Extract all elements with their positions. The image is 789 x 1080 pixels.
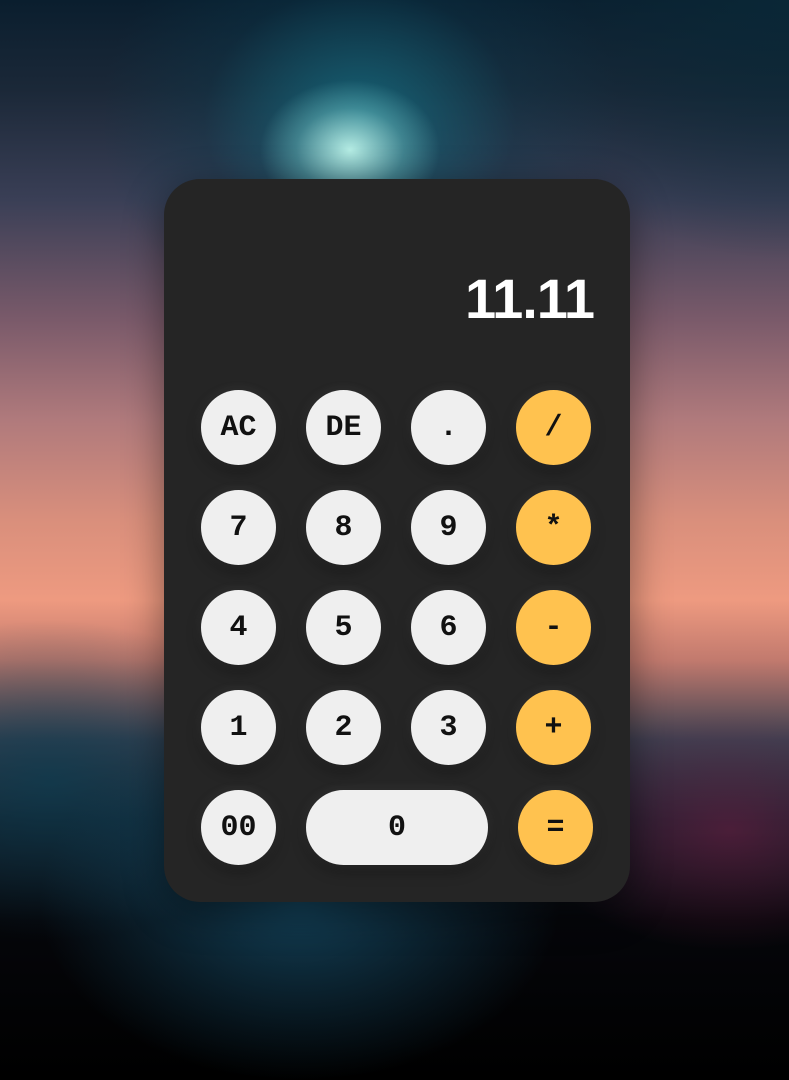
- digit-2-button[interactable]: 2: [306, 690, 381, 765]
- double-zero-button[interactable]: 00: [201, 790, 276, 865]
- digit-4-button[interactable]: 4: [201, 590, 276, 665]
- digit-8-button[interactable]: 8: [306, 490, 381, 565]
- delete-button[interactable]: DE: [306, 390, 381, 465]
- digit-5-button[interactable]: 5: [306, 590, 381, 665]
- digit-1-button[interactable]: 1: [201, 690, 276, 765]
- calculator-panel: 11.11 AC DE . / 7 8 9 * 4 5 6 - 1 2 3 + …: [164, 179, 630, 902]
- equals-button[interactable]: =: [518, 790, 593, 865]
- digit-7-button[interactable]: 7: [201, 490, 276, 565]
- digit-6-button[interactable]: 6: [411, 590, 486, 665]
- decimal-point-button[interactable]: .: [411, 390, 486, 465]
- calculator-display: 11.11: [465, 267, 595, 330]
- add-button[interactable]: +: [516, 690, 591, 765]
- multiply-button[interactable]: *: [516, 490, 591, 565]
- digit-3-button[interactable]: 3: [411, 690, 486, 765]
- digit-0-button[interactable]: 0: [306, 790, 488, 865]
- all-clear-button[interactable]: AC: [201, 390, 276, 465]
- divide-button[interactable]: /: [516, 390, 591, 465]
- digit-9-button[interactable]: 9: [411, 490, 486, 565]
- subtract-button[interactable]: -: [516, 590, 591, 665]
